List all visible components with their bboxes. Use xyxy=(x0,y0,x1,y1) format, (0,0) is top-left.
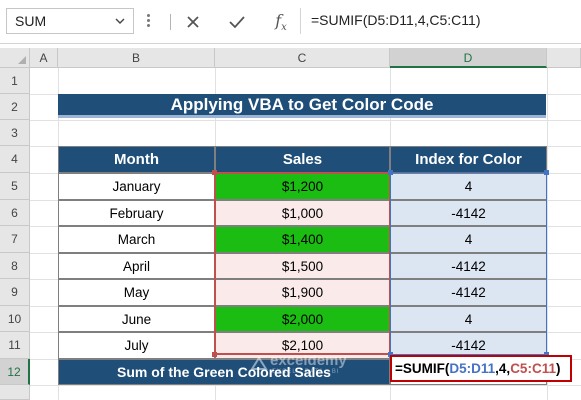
row-header-6[interactable]: 6 xyxy=(0,200,30,226)
select-all-button[interactable] xyxy=(0,48,30,68)
index-cell[interactable]: 4 xyxy=(390,226,547,253)
row-header-7[interactable]: 7 xyxy=(0,226,30,253)
row-header-9[interactable]: 9 xyxy=(0,279,30,306)
formula-part: ,4, xyxy=(495,361,511,376)
formula-text: =SUMIF(D5:D11,4,C5:C11) xyxy=(311,12,481,28)
month-cell[interactable]: March xyxy=(58,226,215,253)
name-box[interactable]: SUM xyxy=(6,8,134,34)
header-month[interactable]: Month xyxy=(58,146,215,173)
month-cell[interactable]: January xyxy=(58,173,215,200)
sales-cell[interactable]: $2,100 xyxy=(215,332,390,359)
formula-ref-index: D5:D11 xyxy=(449,361,496,376)
sales-cell[interactable]: $1,200 xyxy=(215,173,390,200)
close-icon xyxy=(187,16,199,28)
row-header-10[interactable]: 10 xyxy=(0,306,30,332)
formula-bar: SUM fx =SUMIF(D5:D11,4,C5:C11) xyxy=(0,0,581,44)
month-cell[interactable]: July xyxy=(58,332,215,359)
column-header-c[interactable]: C xyxy=(215,48,390,68)
month-cell[interactable]: June xyxy=(58,306,215,332)
index-cell[interactable]: -4142 xyxy=(390,200,547,226)
header-index-for-color[interactable]: Index for Color xyxy=(390,146,547,173)
name-box-value: SUM xyxy=(15,13,47,29)
column-header-e[interactable] xyxy=(547,48,581,68)
active-cell-editor[interactable]: =SUMIF(D5:D11,4, C5:C11) xyxy=(390,355,572,382)
month-cell[interactable]: April xyxy=(58,253,215,279)
index-cell[interactable]: 4 xyxy=(390,306,547,332)
enter-button[interactable] xyxy=(224,10,250,34)
check-icon xyxy=(229,16,245,29)
row-header-13[interactable] xyxy=(0,385,30,400)
sales-cell[interactable]: $1,000 xyxy=(215,200,390,226)
row-header-1[interactable]: 1 xyxy=(0,68,30,94)
sum-label[interactable]: Sum of the Green Colored Sales xyxy=(58,359,390,385)
drag-handle-icon[interactable] xyxy=(147,12,151,32)
sales-cell[interactable]: $1,900 xyxy=(215,279,390,306)
index-cell[interactable]: -4142 xyxy=(390,279,547,306)
row-header-4[interactable]: 4 xyxy=(0,146,30,173)
column-header-b[interactable]: B xyxy=(58,48,215,68)
index-cell[interactable]: 4 xyxy=(390,173,547,200)
sales-cell[interactable]: $2,000 xyxy=(215,306,390,332)
row-header-5[interactable]: 5 xyxy=(0,173,30,200)
row-header-12[interactable]: 12 xyxy=(0,359,30,385)
row-header-8[interactable]: 8 xyxy=(0,253,30,279)
row-header-11[interactable]: 11 xyxy=(0,332,30,359)
sheet-title[interactable]: Applying VBA to Get Color Code xyxy=(58,94,546,118)
column-header-d[interactable]: D xyxy=(390,48,547,68)
divider xyxy=(170,14,171,30)
formula-ref-sales: C5:C11 xyxy=(510,361,556,376)
header-sales[interactable]: Sales xyxy=(215,146,390,173)
sales-cell[interactable]: $1,500 xyxy=(215,253,390,279)
sales-cell[interactable]: $1,400 xyxy=(215,226,390,253)
formula-input[interactable]: =SUMIF(D5:D11,4,C5:C11) xyxy=(300,8,581,34)
row-header-3[interactable]: 3 xyxy=(0,120,30,146)
chevron-down-icon[interactable] xyxy=(115,16,125,26)
column-header-a[interactable]: A xyxy=(30,48,58,68)
row-header-2[interactable]: 2 xyxy=(0,94,30,120)
month-cell[interactable]: February xyxy=(58,200,215,226)
cancel-button[interactable] xyxy=(180,10,206,34)
index-cell[interactable]: -4142 xyxy=(390,253,547,279)
formula-part: =SUMIF( xyxy=(395,361,450,376)
insert-function-button[interactable]: fx xyxy=(268,10,294,34)
formula-part: ) xyxy=(555,361,561,376)
month-cell[interactable]: May xyxy=(58,279,215,306)
fx-icon: fx xyxy=(275,10,287,34)
